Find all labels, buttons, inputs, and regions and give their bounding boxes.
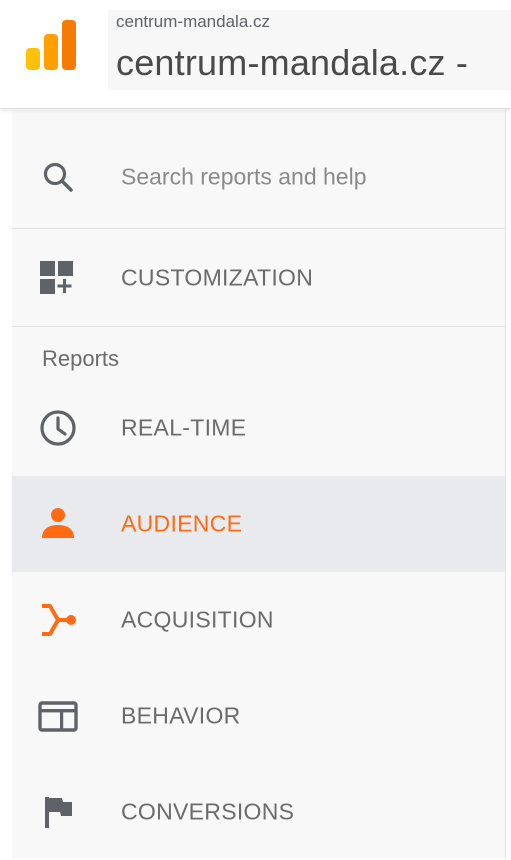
- sidebar: Search reports and help CUSTOMIZATION Re…: [12, 110, 506, 859]
- sidebar-item-label: REAL-TIME: [121, 414, 247, 441]
- analytics-logo[interactable]: [26, 18, 76, 72]
- acquisition-icon: [38, 600, 78, 640]
- sidebar-item-real-time[interactable]: REAL-TIME: [12, 380, 505, 476]
- search-input[interactable]: Search reports and help: [121, 164, 367, 191]
- property-name: centrum-mandala.cz -: [116, 42, 469, 83]
- sidebar-item-customization[interactable]: CUSTOMIZATION: [12, 230, 505, 326]
- flag-icon: [38, 792, 78, 832]
- sidebar-item-acquisition[interactable]: ACQUISITION: [12, 572, 505, 668]
- search-reports[interactable]: Search reports and help: [12, 122, 505, 232]
- search-icon: [38, 157, 78, 197]
- customization-icon: [38, 258, 78, 298]
- sidebar-item-label: AUDIENCE: [121, 510, 243, 537]
- sidebar-item-label: ACQUISITION: [121, 606, 274, 633]
- sidebar-item-label: CUSTOMIZATION: [121, 264, 314, 291]
- sidebar-item-label: BEHAVIOR: [121, 702, 241, 729]
- app-header: centrum-mandala.cz centrum-mandala.cz -: [0, 0, 511, 109]
- divider: [12, 326, 505, 327]
- person-icon: [38, 504, 78, 544]
- account-name: centrum-mandala.cz: [116, 12, 271, 31]
- sidebar-item-audience[interactable]: AUDIENCE: [12, 476, 505, 572]
- clock-icon: [38, 408, 78, 448]
- divider: [12, 228, 505, 229]
- account-selector[interactable]: centrum-mandala.cz centrum-mandala.cz -: [108, 10, 511, 90]
- sidebar-item-label: CONVERSIONS: [121, 798, 295, 825]
- behavior-icon: [38, 696, 78, 736]
- sidebar-item-behavior[interactable]: BEHAVIOR: [12, 668, 505, 764]
- sidebar-item-conversions[interactable]: CONVERSIONS: [12, 764, 505, 860]
- reports-section-title: Reports: [42, 346, 120, 371]
